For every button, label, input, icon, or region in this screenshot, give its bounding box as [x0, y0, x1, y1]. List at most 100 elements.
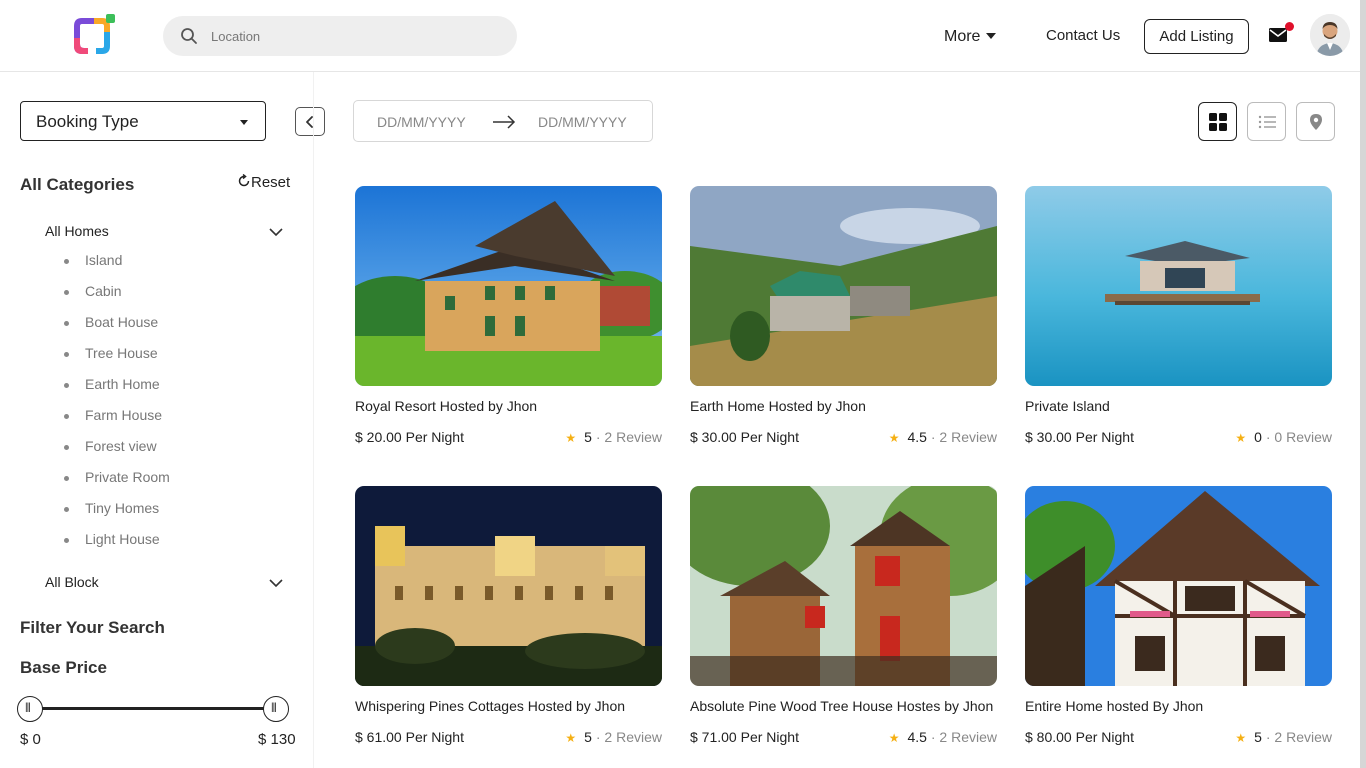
star-icon: ★ — [565, 431, 577, 445]
caret-down-icon — [986, 33, 997, 39]
star-icon: ★ — [565, 731, 577, 745]
map-view-button[interactable] — [1296, 102, 1335, 141]
all-homes-toggle[interactable]: All Homes — [45, 223, 109, 239]
more-menu[interactable]: More — [944, 28, 997, 46]
listing-card[interactable]: Whispering Pines Cottages Hosted by Jhon… — [355, 486, 662, 745]
star-icon: ★ — [888, 731, 900, 745]
price-slider-max-handle[interactable] — [263, 696, 289, 722]
list-view-button[interactable] — [1247, 102, 1286, 141]
listing-image[interactable] — [355, 186, 662, 386]
review-count: · 2 Review — [595, 429, 662, 445]
home-type-list: Island Cabin Boat House Tree House Earth… — [64, 252, 170, 562]
all-block-toggle[interactable]: All Block — [45, 574, 99, 590]
listing-image[interactable] — [1025, 486, 1332, 686]
page-scrollbar[interactable] — [1360, 0, 1366, 768]
all-categories-heading: All Categories — [20, 175, 135, 194]
listing-card[interactable]: Private Island $ 30.00 Per Night ★ 0 · 0 … — [1025, 186, 1332, 445]
refresh-icon — [238, 173, 250, 187]
star-icon: ★ — [888, 431, 900, 445]
chevron-down-icon[interactable] — [269, 579, 283, 588]
rating-value: 4.5 — [907, 429, 927, 445]
review-count: · 2 Review — [595, 729, 662, 745]
rating-value: 5 — [584, 429, 592, 445]
listing-image[interactable] — [355, 486, 662, 686]
filter-sidebar: Booking Type All Categories Reset All Ho… — [0, 72, 325, 768]
location-search-input[interactable] — [211, 16, 501, 56]
listing-title[interactable]: Private Island — [1025, 398, 1332, 414]
star-icon: ★ — [1235, 731, 1247, 745]
listing-price: $ 71.00 Per Night — [690, 729, 799, 745]
home-type-boat-house[interactable]: Boat House — [64, 314, 170, 345]
listing-price: $ 80.00 Per Night — [1025, 729, 1134, 745]
home-type-farm-house[interactable]: Farm House — [64, 407, 170, 438]
star-icon: ★ — [1235, 431, 1247, 445]
notification-dot — [1285, 22, 1294, 31]
top-header: More Contact Us Add Listing — [0, 0, 1366, 72]
listing-rating: ★ 5 · 2 Review — [565, 429, 662, 445]
search-icon — [181, 28, 197, 44]
home-type-tiny-homes[interactable]: Tiny Homes — [64, 500, 170, 531]
listing-price: $ 30.00 Per Night — [1025, 429, 1134, 445]
price-slider-min-handle[interactable] — [17, 696, 43, 722]
chevron-down-icon[interactable] — [269, 228, 283, 237]
listing-rating: ★ 0 · 0 Review — [1235, 429, 1332, 445]
rating-value: 5 — [1254, 729, 1262, 745]
listing-image[interactable] — [690, 186, 997, 386]
review-count: · 2 Review — [930, 729, 997, 745]
booking-type-select[interactable]: Booking Type — [20, 101, 266, 141]
grid-view-icon — [1209, 113, 1227, 131]
listing-price: $ 30.00 Per Night — [690, 429, 799, 445]
listing-rating: ★ 5 · 2 Review — [565, 729, 662, 745]
listing-rating: ★ 4.5 · 2 Review — [889, 729, 997, 745]
contact-us-link[interactable]: Contact Us — [1046, 27, 1120, 44]
home-type-private-room[interactable]: Private Room — [64, 469, 170, 500]
listing-price: $ 20.00 Per Night — [355, 429, 464, 445]
home-type-earth-home[interactable]: Earth Home — [64, 376, 170, 407]
listing-title[interactable]: Absolute Pine Wood Tree House Hostes by … — [690, 698, 997, 714]
listing-rating: ★ 5 · 2 Review — [1235, 729, 1332, 745]
review-count: · 0 Review — [1265, 429, 1332, 445]
home-type-tree-house[interactable]: Tree House — [64, 345, 170, 376]
add-listing-button[interactable]: Add Listing — [1144, 19, 1249, 54]
review-count: · 2 Review — [930, 429, 997, 445]
map-pin-icon — [1310, 114, 1322, 130]
listing-title[interactable]: Entire Home hosted By Jhon — [1025, 698, 1332, 714]
more-menu-label: More — [944, 28, 981, 45]
collapse-sidebar-button[interactable] — [295, 107, 325, 136]
user-avatar[interactable] — [1310, 14, 1350, 56]
listing-card[interactable]: Earth Home Hosted by Jhon $ 30.00 Per Ni… — [690, 186, 997, 445]
price-max-label: $ 130 — [258, 731, 296, 748]
messages-button[interactable] — [1268, 22, 1294, 44]
list-view-icon — [1258, 115, 1276, 129]
price-slider-track[interactable] — [30, 707, 276, 710]
grid-view-button[interactable] — [1198, 102, 1237, 141]
listing-title[interactable]: Whispering Pines Cottages Hosted by Jhon — [355, 698, 662, 714]
rating-value: 0 — [1254, 429, 1262, 445]
base-price-heading: Base Price — [20, 658, 107, 677]
location-search — [163, 16, 517, 56]
check-out-date[interactable]: DD/MM/YYYY — [538, 114, 627, 130]
listing-price: $ 61.00 Per Night — [355, 729, 464, 745]
listing-title[interactable]: Royal Resort Hosted by Jhon — [355, 398, 662, 414]
home-type-forest-view[interactable]: Forest view — [64, 438, 170, 469]
date-range-picker[interactable]: DD/MM/YYYY DD/MM/YYYY — [353, 100, 653, 142]
listing-image[interactable] — [1025, 186, 1332, 386]
filter-search-heading: Filter Your Search — [20, 618, 165, 637]
listing-rating: ★ 4.5 · 2 Review — [889, 429, 997, 445]
check-in-date[interactable]: DD/MM/YYYY — [377, 114, 466, 130]
home-type-island[interactable]: Island — [64, 252, 170, 283]
listing-title[interactable]: Earth Home Hosted by Jhon — [690, 398, 997, 414]
rating-value: 4.5 — [907, 729, 927, 745]
reset-label: Reset — [251, 174, 291, 191]
caret-down-icon — [240, 120, 248, 125]
home-type-cabin[interactable]: Cabin — [64, 283, 170, 314]
logo-icon[interactable] — [68, 12, 116, 60]
review-count: · 2 Review — [1265, 729, 1332, 745]
home-type-light-house[interactable]: Light House — [64, 531, 170, 562]
listing-card[interactable]: Royal Resort Hosted by Jhon $ 20.00 Per … — [355, 186, 662, 445]
reset-filters-button[interactable]: Reset — [237, 173, 291, 191]
listing-image[interactable] — [690, 486, 997, 686]
listing-card[interactable]: Entire Home hosted By Jhon $ 80.00 Per N… — [1025, 486, 1332, 745]
sidebar-divider — [313, 72, 314, 768]
listing-card[interactable]: Absolute Pine Wood Tree House Hostes by … — [690, 486, 997, 745]
